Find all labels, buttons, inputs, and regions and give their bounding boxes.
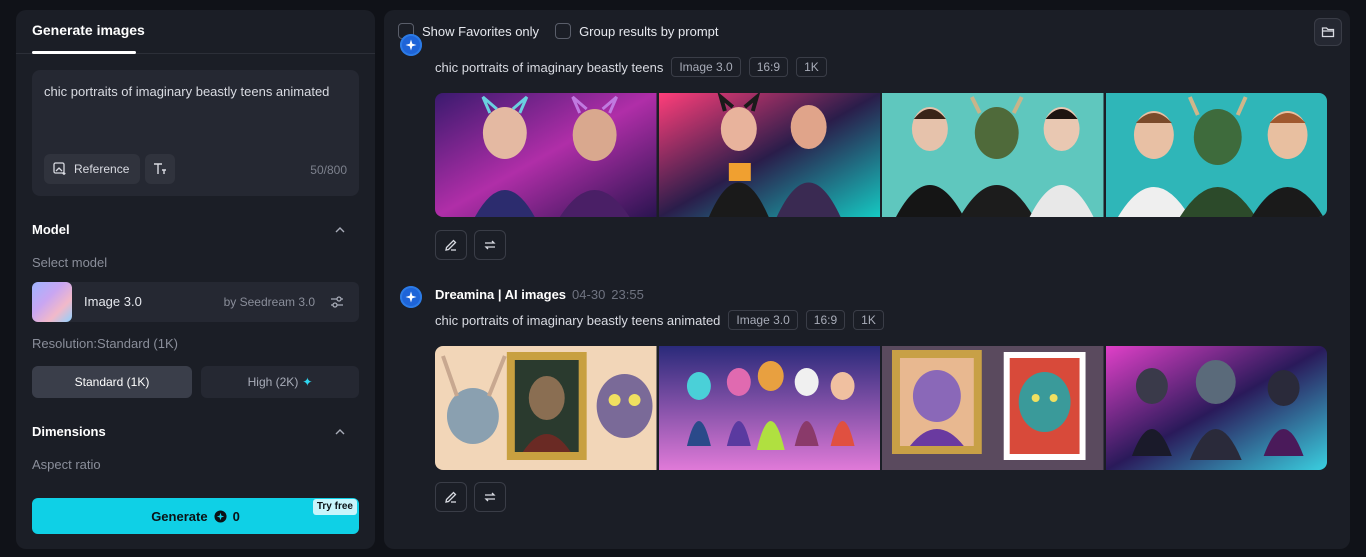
generated-image[interactable] [658, 93, 880, 217]
tag-aspect: 16:9 [805, 310, 846, 330]
tag-model: Image 3.0 [671, 57, 741, 77]
sparkle-icon: ✦ [302, 375, 313, 389]
author-name[interactable]: Dreamina | AI images [435, 287, 566, 302]
aspect-ratio-label: Aspect ratio [32, 457, 101, 472]
generated-image[interactable] [1105, 93, 1327, 217]
prompt-input[interactable]: chic portraits of imaginary beastly teen… [44, 82, 334, 102]
tag-resolution: 1K [853, 310, 884, 330]
image-add-icon [53, 162, 66, 175]
dreamina-avatar [400, 286, 422, 308]
group-prompt[interactable]: chic portraits of imaginary beastly teen… [435, 313, 720, 328]
prompt-row: chic portraits of imaginary beastly teen… [435, 57, 827, 77]
filter-row: Show Favorites only Group results by pro… [398, 22, 735, 40]
group-author: Dreamina | AI images 04-30 23:55 [435, 287, 644, 302]
model-selector[interactable]: Image 3.0 by Seedream 3.0 [32, 282, 359, 322]
credit-icon [214, 509, 227, 523]
select-model-label: Select model [32, 255, 108, 270]
credit-count: 0 [232, 508, 240, 524]
model-section-title: Model [32, 222, 70, 237]
chevron-up-icon[interactable] [333, 425, 347, 439]
panel-tabbar: Generate images [16, 10, 375, 54]
model-provider: by Seedream 3.0 [223, 295, 315, 309]
group-by-prompt-filter[interactable]: Group results by prompt [555, 23, 719, 39]
generated-image[interactable] [1105, 346, 1327, 470]
reference-label: Reference [74, 162, 130, 176]
results-panel: Show Favorites only Group results by pro… [384, 10, 1350, 549]
model-thumbnail [32, 282, 72, 322]
generated-image[interactable] [882, 346, 1104, 470]
favorites-filter[interactable]: Show Favorites only [398, 23, 539, 39]
chevron-up-icon[interactable] [333, 223, 347, 237]
group-by-prompt-checkbox[interactable] [555, 23, 572, 39]
generated-image[interactable] [435, 346, 657, 470]
generated-image[interactable] [658, 346, 880, 470]
dimensions-section-title: Dimensions [32, 424, 106, 439]
resolution-high-button[interactable]: High (2K) ✦ [201, 366, 359, 398]
regenerate-icon [484, 492, 496, 502]
tag-aspect: 16:9 [748, 57, 789, 77]
image-grid [435, 346, 1327, 470]
model-name: Image 3.0 [84, 294, 142, 309]
tag-resolution: 1K [796, 57, 827, 77]
edit-pencil-icon [445, 491, 457, 503]
group-by-prompt-label: Group results by prompt [579, 23, 719, 39]
generated-image[interactable] [435, 93, 657, 217]
generated-image[interactable] [882, 93, 1104, 217]
image-grid [435, 93, 1327, 217]
group-prompt[interactable]: chic portraits of imaginary beastly teen… [435, 60, 663, 75]
favorites-label: Show Favorites only [422, 23, 540, 39]
tab-generate-images[interactable]: Generate images [32, 22, 145, 38]
group-date: 04-30 [572, 287, 606, 302]
prompt-row: chic portraits of imaginary beastly teen… [435, 310, 884, 330]
generate-panel: Generate images chic portraits of imagin… [16, 10, 375, 549]
resolution-standard-button[interactable]: Standard (1K) [32, 366, 192, 398]
folder-button[interactable] [1314, 18, 1342, 46]
text-format-icon [154, 163, 166, 174]
generate-button[interactable]: Generate 0 Try free [32, 498, 359, 534]
regenerate-button[interactable] [474, 230, 506, 260]
char-count: 50/800 [310, 163, 347, 177]
settings-sliders-icon[interactable] [329, 294, 345, 310]
folder-icon [1321, 27, 1335, 38]
edit-button[interactable] [435, 482, 467, 512]
resolution-standard-label: Standard (1K) [74, 375, 150, 389]
regenerate-icon [484, 240, 496, 250]
resolution-high-label: High (2K) [247, 375, 299, 389]
reference-button[interactable]: Reference [44, 154, 140, 184]
tab-underline [32, 51, 136, 54]
tag-model: Image 3.0 [728, 310, 798, 330]
dreamina-star-icon [405, 39, 417, 51]
edit-pencil-icon [445, 239, 457, 251]
prompt-box[interactable]: chic portraits of imaginary beastly teen… [32, 70, 359, 196]
group-time: 23:55 [611, 287, 644, 302]
text-format-button[interactable] [145, 154, 175, 184]
resolution-label: Resolution:Standard (1K) [32, 336, 178, 351]
regenerate-button[interactable] [474, 482, 506, 512]
try-free-badge: Try free [312, 499, 357, 515]
generate-label: Generate [151, 508, 208, 524]
dreamina-avatar [400, 34, 422, 56]
edit-button[interactable] [435, 230, 467, 260]
dreamina-star-icon [405, 291, 417, 303]
